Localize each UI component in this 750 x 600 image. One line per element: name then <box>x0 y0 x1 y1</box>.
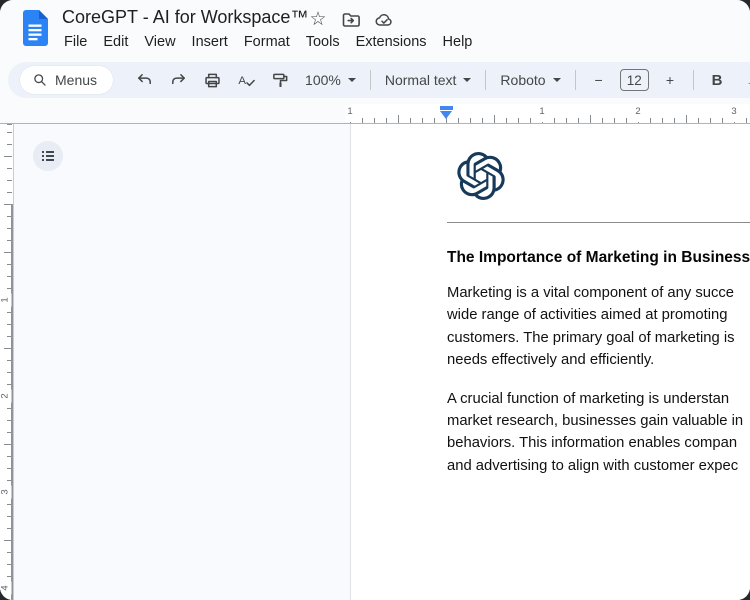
print-button[interactable] <box>199 67 225 93</box>
document-canvas: The Importance of Marketing in Business … <box>0 124 750 600</box>
openai-logo[interactable] <box>457 152 505 200</box>
bold-icon: B <box>711 71 723 89</box>
paragraph-style-value: Normal text <box>384 72 457 88</box>
menu-extensions[interactable]: Extensions <box>348 32 435 52</box>
ruler-baseline <box>13 124 14 600</box>
menu-help[interactable]: Help <box>435 32 481 52</box>
chevron-down-icon <box>347 78 356 82</box>
menu-bar: File Edit View Insert Format Tools Exten… <box>56 31 480 53</box>
svg-text:A: A <box>238 74 246 86</box>
toolbar: Menus A 100% Normal text Roboto − 12 + B <box>8 62 750 98</box>
font-select[interactable]: Roboto <box>492 67 568 93</box>
menus-search-button[interactable]: Menus <box>20 66 114 94</box>
toolbar-divider <box>369 70 371 90</box>
header-divider-line <box>447 222 750 223</box>
menu-format[interactable]: Format <box>236 32 298 52</box>
text-line: wide range of activities aimed at promot… <box>447 307 728 324</box>
header: CoreGPT - AI for Workspace™ ☆ File Edit … <box>0 0 750 58</box>
ruler-label: 1 <box>537 106 547 122</box>
star-icon: ☆ <box>309 9 327 30</box>
undo-button[interactable] <box>131 67 157 93</box>
paragraph-style-select[interactable]: Normal text <box>377 67 480 93</box>
menu-edit[interactable]: Edit <box>95 32 136 52</box>
chevron-down-icon <box>463 78 472 82</box>
menus-label: Menus <box>55 72 98 88</box>
google-docs-window: CoreGPT - AI for Workspace™ ☆ File Edit … <box>0 0 750 600</box>
text-line: behaviors. This information enables comp… <box>447 435 738 452</box>
print-icon <box>204 73 220 87</box>
toolbar-divider <box>574 70 576 90</box>
undo-icon <box>137 74 151 85</box>
document-title[interactable]: CoreGPT - AI for Workspace™ <box>62 7 308 28</box>
font-value: Roboto <box>500 72 546 88</box>
first-line-indent-icon <box>440 106 453 110</box>
paint-format-icon <box>272 73 287 87</box>
star-button[interactable]: ☆ <box>308 10 328 30</box>
minus-icon: − <box>594 72 603 88</box>
cloud-saved-icon <box>375 14 392 26</box>
page-content: The Importance of Marketing in Business … <box>351 124 750 477</box>
decrease-font-size-button[interactable]: − <box>586 67 612 93</box>
google-docs-icon[interactable] <box>22 10 48 46</box>
increase-font-size-button[interactable]: + <box>657 67 683 93</box>
document-heading: The Importance of Marketing in Business <box>447 249 750 266</box>
redo-button[interactable] <box>165 67 191 93</box>
left-indent-icon <box>440 111 452 119</box>
move-to-folder-icon <box>342 13 360 27</box>
ruler-label: 2 <box>633 106 643 122</box>
document-outline-icon <box>42 151 54 161</box>
ruler-label: 3 <box>729 106 739 122</box>
font-size-input[interactable]: 12 <box>619 69 649 91</box>
move-to-folder-button[interactable] <box>341 10 361 30</box>
italic-button[interactable]: I <box>738 67 750 93</box>
toolbar-divider <box>693 70 694 90</box>
menu-file[interactable]: File <box>56 32 95 52</box>
bold-button[interactable]: B <box>704 67 730 93</box>
spellcheck-icon: A <box>238 74 255 86</box>
paragraph: A crucial function of marketing is under… <box>447 388 750 478</box>
ruler-label: 4 <box>0 581 12 595</box>
text-line: customers. The primary goal of marketing… <box>447 329 735 346</box>
left-indent-marker[interactable] <box>440 106 453 119</box>
chevron-down-icon <box>552 78 561 82</box>
paint-format-button[interactable] <box>267 67 293 93</box>
header-actions: ☆ <box>308 10 394 30</box>
toolbar-divider <box>485 70 487 90</box>
menu-tools[interactable]: Tools <box>298 32 348 52</box>
cloud-save-status-button[interactable] <box>374 10 394 30</box>
spellcheck-button[interactable]: A <box>233 67 259 93</box>
horizontal-ruler: 1 1 2 3 <box>0 104 750 124</box>
text-line: A crucial function of marketing is under… <box>447 390 730 407</box>
document-outline-button[interactable] <box>33 141 63 171</box>
paragraph: Marketing is a vital component of any su… <box>447 282 750 372</box>
ruler-ticks <box>350 115 750 123</box>
ruler-label: 1 <box>345 106 355 122</box>
document-page[interactable]: The Importance of Marketing in Business … <box>350 124 750 600</box>
text-line: needs effectively and efficiently. <box>447 352 655 369</box>
text-line: Marketing is a vital component of any su… <box>447 285 735 301</box>
canvas-top-border <box>0 123 750 124</box>
menu-insert[interactable]: Insert <box>184 32 236 52</box>
text-line: and advertising to align with customer e… <box>447 457 739 474</box>
ruler-label: 2 <box>0 389 12 403</box>
vertical-ruler: 1 2 3 4 <box>0 124 14 600</box>
zoom-value: 100% <box>305 72 341 88</box>
ruler-label: 3 <box>0 485 12 499</box>
ruler-label: 1 <box>0 293 12 307</box>
zoom-select[interactable]: 100% <box>297 67 364 93</box>
redo-icon <box>171 74 185 85</box>
text-line: market research, businesses gain valuabl… <box>447 413 744 430</box>
plus-icon: + <box>665 72 675 88</box>
menu-view[interactable]: View <box>136 32 183 52</box>
search-icon <box>34 74 46 86</box>
